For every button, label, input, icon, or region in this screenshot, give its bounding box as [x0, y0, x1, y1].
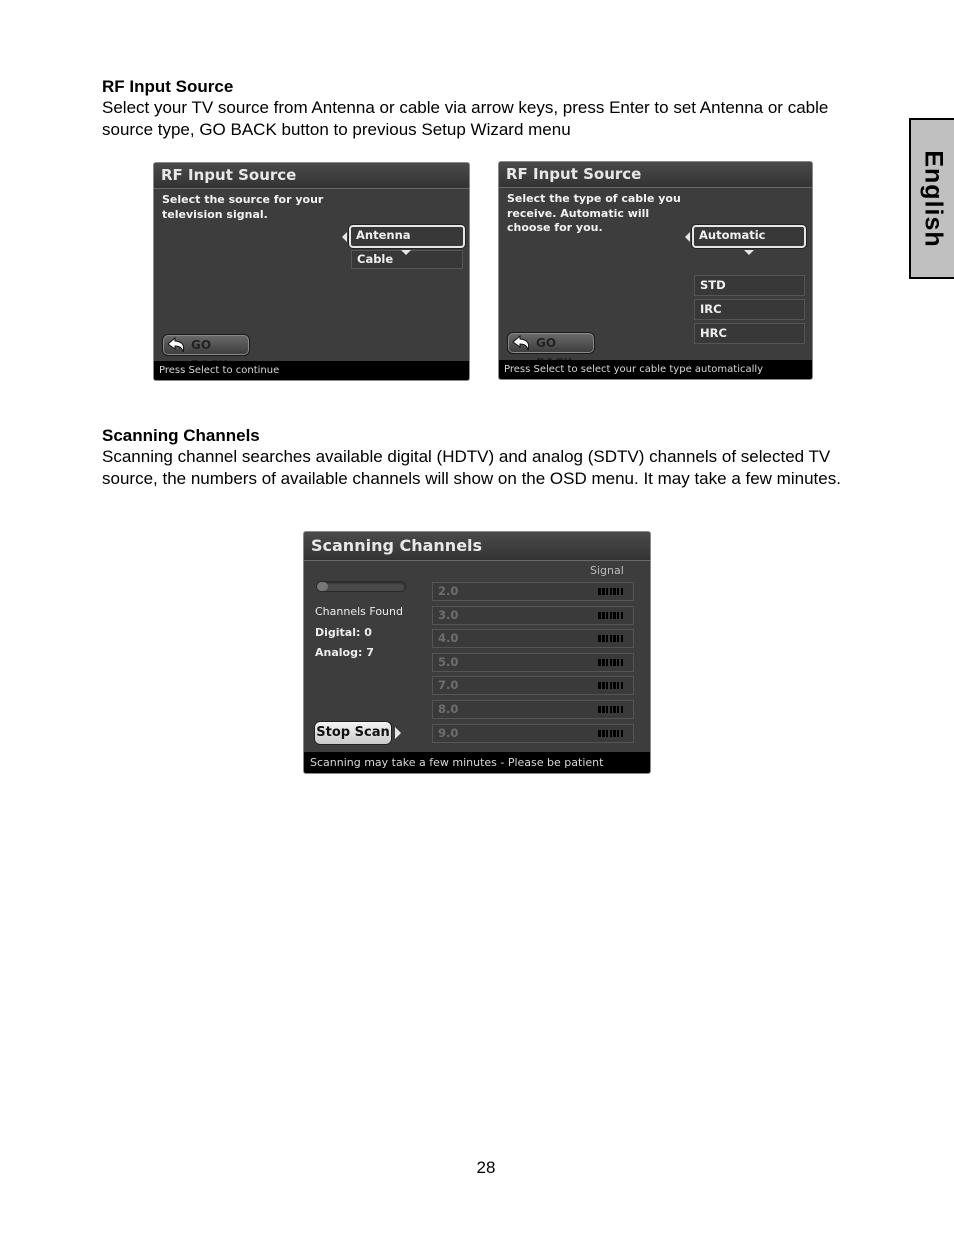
option-automatic[interactable]: Automatic [692, 225, 806, 248]
osd-rf-input-source: RF Input Source Select the source for yo… [153, 162, 470, 381]
section-title-scanning: Scanning Channels [102, 426, 260, 445]
osd-cable-type: RF Input Source Select the type of cable… [498, 161, 813, 380]
signal-meter-icon [598, 706, 623, 713]
osd-title: RF Input Source [154, 163, 469, 189]
section-body-rf-input: Select your TV source from Antenna or ca… [102, 98, 829, 139]
osd-description: Select the source for your television si… [162, 193, 324, 221]
channel-number: 3.0 [438, 608, 459, 622]
channel-row: 9.0 [432, 724, 634, 743]
channel-row: 3.0 [432, 606, 634, 625]
option-irc[interactable]: IRC [694, 299, 805, 320]
option-std[interactable]: STD [694, 275, 805, 296]
osd-title: Scanning Channels [304, 532, 650, 561]
channel-number: 4.0 [438, 631, 459, 645]
back-arrow-icon [512, 335, 530, 351]
channel-row: 4.0 [432, 629, 634, 648]
go-back-button[interactable]: GO BACK [162, 334, 250, 372]
signal-meter-icon [598, 659, 623, 666]
signal-meter-icon [598, 635, 623, 642]
osd-title: RF Input Source [499, 162, 812, 188]
page-number: 28 [476, 1158, 496, 1177]
digital-count: Digital: 0 [315, 626, 372, 639]
signal-meter-icon [598, 730, 623, 737]
language-tab: English [909, 118, 954, 279]
arrow-down-icon [401, 250, 411, 255]
language-tab-label: English [919, 149, 947, 248]
channel-row: 7.0 [432, 676, 634, 695]
channel-row: 2.0 [432, 582, 634, 601]
arrow-right-icon [395, 727, 401, 739]
stop-scan-button[interactable]: Stop Scan [314, 721, 392, 745]
option-antenna[interactable]: Antenna [349, 225, 465, 248]
signal-meter-icon [598, 612, 623, 619]
channel-row: 8.0 [432, 700, 634, 719]
osd-description: Select the type of cable you receive. Au… [507, 192, 681, 234]
signal-meter-icon [598, 588, 623, 595]
channel-number: 7.0 [438, 678, 459, 692]
arrow-down-icon [744, 250, 754, 255]
channel-row: 5.0 [432, 653, 634, 672]
section-title-rf-input: RF Input Source [102, 77, 234, 96]
arrow-left-icon [685, 232, 690, 242]
channels-found-label: Channels Found [315, 605, 403, 618]
signal-meter-icon [598, 682, 623, 689]
channel-number: 2.0 [438, 584, 459, 598]
signal-header: Signal [590, 564, 624, 577]
back-arrow-icon [167, 337, 185, 353]
osd-footer: Scanning may take a few minutes - Please… [304, 752, 650, 773]
analog-count: Analog: 7 [315, 646, 374, 659]
scan-progress-fill [317, 582, 328, 591]
arrow-left-icon [342, 232, 347, 242]
channel-number: 5.0 [438, 655, 459, 669]
osd-scanning-channels: Scanning Channels Signal Channels Found … [303, 531, 651, 774]
scan-progress-bar [316, 581, 406, 592]
channel-number: 8.0 [438, 702, 459, 716]
channel-number: 9.0 [438, 726, 459, 740]
osd-footer: Press Select to continue [154, 361, 469, 380]
section-body-scanning: Scanning channel searches available digi… [102, 447, 841, 488]
go-back-button[interactable]: GO BACK [507, 332, 595, 370]
osd-footer: Press Select to select your cable type a… [499, 360, 812, 379]
option-hrc[interactable]: HRC [694, 323, 805, 344]
